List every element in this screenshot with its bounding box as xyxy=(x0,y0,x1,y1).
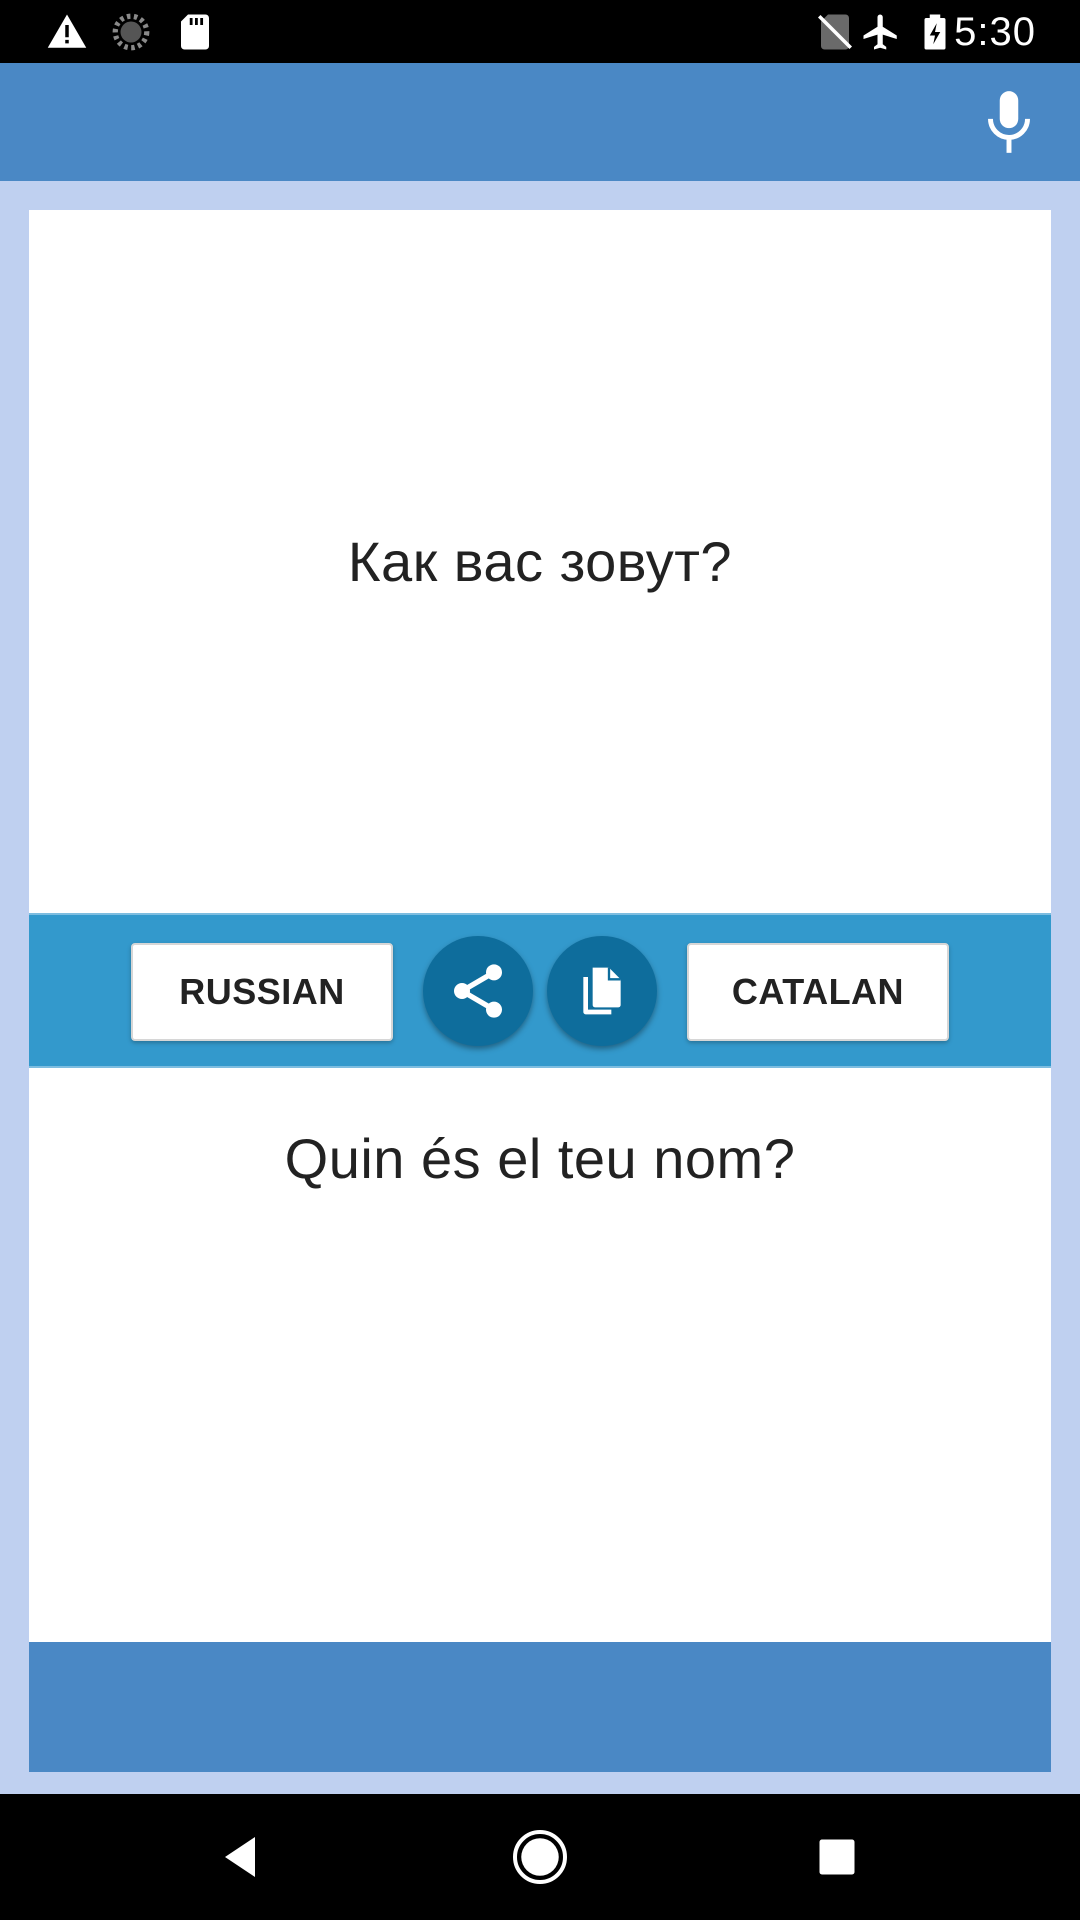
back-button[interactable] xyxy=(210,1827,270,1887)
status-time: 5:30 xyxy=(954,10,1036,54)
back-icon xyxy=(225,1837,255,1877)
recents-button[interactable] xyxy=(807,1827,867,1887)
target-text: Quin és el teu nom? xyxy=(284,1127,796,1190)
status-bar: 5:30 xyxy=(0,0,1080,63)
home-icon xyxy=(513,1830,567,1884)
recents-icon xyxy=(819,1839,855,1875)
navigation-bar xyxy=(0,1794,1080,1920)
sd-card-icon xyxy=(181,14,209,50)
target-text-panel[interactable]: Quin és el teu nom? xyxy=(29,1068,1051,1642)
no-sim-icon xyxy=(818,14,852,50)
microphone-button[interactable] xyxy=(972,85,1046,159)
target-language-button[interactable]: CATALAN xyxy=(687,943,949,1041)
warning-icon xyxy=(47,14,87,48)
home-button[interactable] xyxy=(510,1827,570,1887)
battery-charging-icon xyxy=(924,14,946,50)
app-bar xyxy=(0,63,1080,181)
copy-button[interactable] xyxy=(547,936,657,1046)
source-text: Как вас зовут? xyxy=(347,530,733,593)
ad-banner xyxy=(29,1642,1051,1772)
sync-icon xyxy=(112,13,150,51)
share-icon xyxy=(454,964,502,1018)
source-language-button[interactable]: RUSSIAN xyxy=(131,943,393,1041)
share-button[interactable] xyxy=(423,936,533,1046)
language-control-bar: RUSSIAN CATALAN xyxy=(29,913,1051,1068)
copy-icon xyxy=(583,967,621,1015)
source-text-panel[interactable]: Как вас зовут? xyxy=(29,210,1051,913)
microphone-icon xyxy=(988,91,1030,153)
airplane-icon xyxy=(863,14,897,50)
